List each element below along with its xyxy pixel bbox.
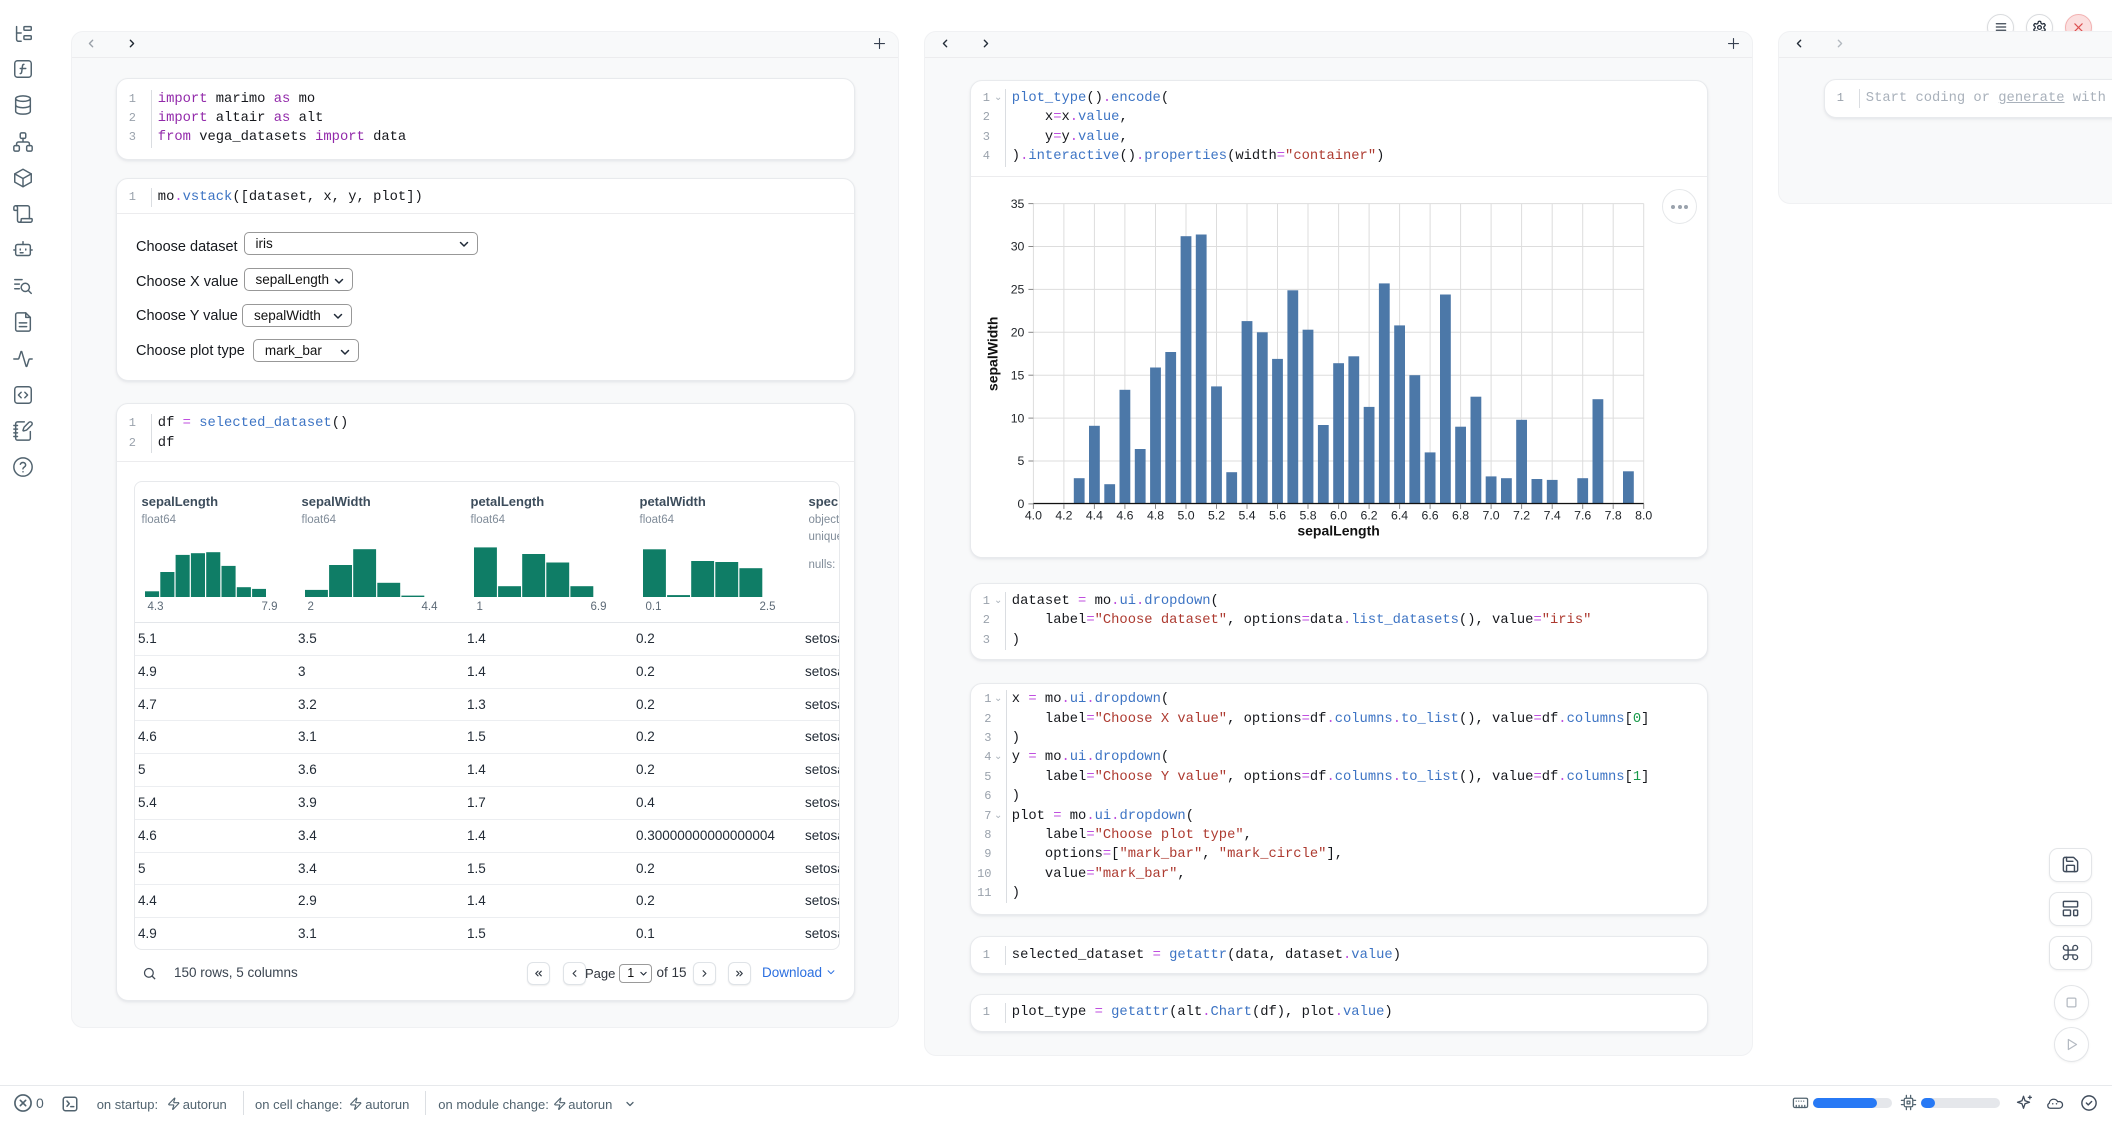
svg-text:35: 35 — [1011, 197, 1025, 211]
svg-text:5.2: 5.2 — [1208, 508, 1225, 522]
svg-text:7.8: 7.8 — [1605, 508, 1622, 522]
svg-text:5.0: 5.0 — [1177, 508, 1194, 522]
svg-text:4.6: 4.6 — [1116, 508, 1133, 522]
svg-text:6.0: 6.0 — [1330, 508, 1347, 522]
svg-text:6.8: 6.8 — [1452, 508, 1469, 522]
svg-text:20: 20 — [1011, 326, 1025, 340]
svg-text:sepalWidth: sepalWidth — [984, 317, 1000, 392]
svg-text:0: 0 — [1018, 497, 1025, 511]
svg-text:7.0: 7.0 — [1483, 508, 1500, 522]
svg-text:6.6: 6.6 — [1422, 508, 1439, 522]
svg-text:15: 15 — [1011, 368, 1025, 382]
svg-text:5: 5 — [1018, 454, 1025, 468]
svg-text:7.2: 7.2 — [1513, 508, 1530, 522]
svg-text:7.4: 7.4 — [1544, 508, 1561, 522]
svg-text:6.4: 6.4 — [1391, 508, 1408, 522]
svg-text:5.4: 5.4 — [1238, 508, 1255, 522]
svg-text:10: 10 — [1011, 411, 1025, 425]
svg-text:25: 25 — [1011, 283, 1025, 297]
svg-text:30: 30 — [1011, 240, 1025, 254]
svg-text:8.0: 8.0 — [1635, 508, 1652, 522]
svg-text:sepalLength: sepalLength — [1297, 523, 1379, 539]
svg-text:6.2: 6.2 — [1361, 508, 1378, 522]
svg-text:4.8: 4.8 — [1147, 508, 1164, 522]
svg-text:4.0: 4.0 — [1025, 508, 1042, 522]
svg-text:4.4: 4.4 — [1086, 508, 1103, 522]
svg-text:7.6: 7.6 — [1574, 508, 1591, 522]
svg-text:5.8: 5.8 — [1299, 508, 1316, 522]
svg-text:5.6: 5.6 — [1269, 508, 1286, 522]
svg-text:4.2: 4.2 — [1055, 508, 1072, 522]
